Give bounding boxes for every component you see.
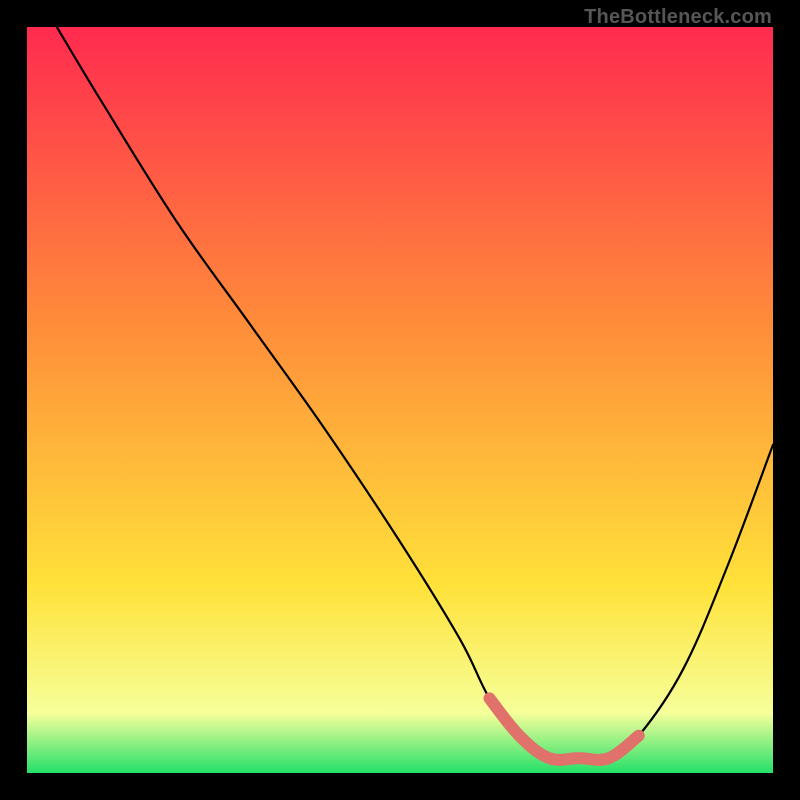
chart-plot-area: [27, 27, 773, 773]
gradient-background: [27, 27, 773, 773]
watermark-text: TheBottleneck.com: [584, 6, 772, 29]
